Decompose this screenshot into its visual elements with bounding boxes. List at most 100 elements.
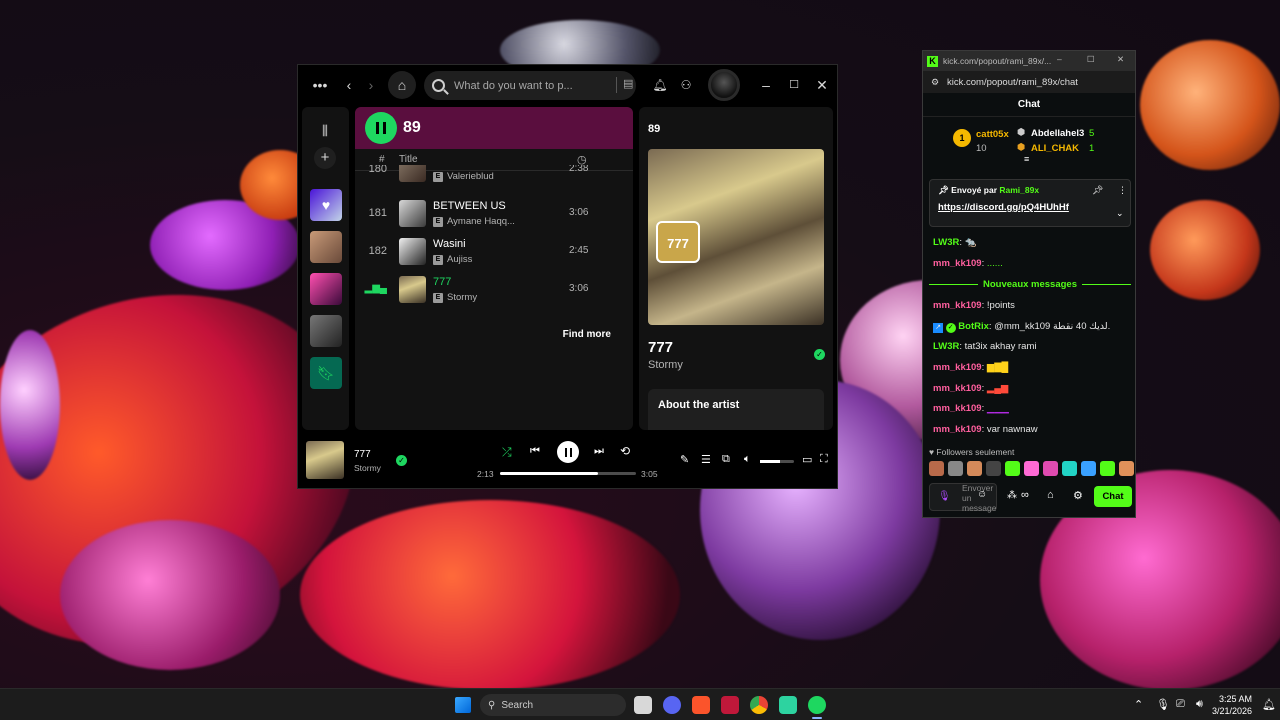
leaderboard-user[interactable]: Abdellahel3 bbox=[1031, 128, 1084, 139]
miniplayer-icon[interactable]: ▭ bbox=[802, 453, 812, 466]
chat-username[interactable]: mm_kk109 bbox=[933, 383, 982, 394]
fullscreen-icon[interactable]: ⛶ bbox=[820, 453, 828, 466]
emote[interactable] bbox=[1119, 461, 1134, 476]
next-icon[interactable]: ⏭︎ bbox=[594, 445, 604, 458]
forward-icon[interactable]: › bbox=[362, 71, 380, 99]
user-avatar[interactable] bbox=[708, 69, 740, 101]
close-icon[interactable]: ✕ bbox=[1117, 54, 1124, 65]
maximize-icon[interactable]: ☐ bbox=[782, 71, 806, 99]
emote[interactable] bbox=[1100, 461, 1115, 476]
emote[interactable] bbox=[1024, 461, 1039, 476]
track-artist-name[interactable]: Stormy bbox=[447, 292, 477, 303]
show-hidden-icons-chevron-icon[interactable]: ⌃ bbox=[1134, 698, 1143, 711]
infinity-icon[interactable]: ∞ bbox=[1021, 489, 1029, 501]
maximize-icon[interactable]: ☐ bbox=[1087, 54, 1095, 65]
emoji-icon[interactable]: ☺ bbox=[977, 489, 987, 500]
friend-activity-icon[interactable]: ⚇ bbox=[676, 71, 696, 99]
chat-username[interactable]: mm_kk109 bbox=[933, 300, 982, 311]
unpin-icon[interactable]: 📌︎ bbox=[1092, 185, 1103, 196]
minimize-icon[interactable]: – bbox=[1057, 54, 1062, 64]
now-playing-title[interactable]: 777 bbox=[648, 339, 673, 356]
browse-icon[interactable]: ▤ bbox=[616, 77, 633, 93]
track-row[interactable]: 180 E Valerieblud 2:38 bbox=[355, 165, 633, 191]
pinned-author[interactable]: Rami_89x bbox=[999, 185, 1039, 195]
chat-username[interactable]: mm_kk109 bbox=[933, 424, 982, 435]
saved-check-icon[interactable]: ✓ bbox=[396, 455, 407, 466]
connect-device-icon[interactable]: ⧉ bbox=[722, 453, 730, 466]
emote[interactable] bbox=[967, 461, 982, 476]
chat-username[interactable]: mm_kk109 bbox=[933, 258, 982, 269]
volume-icon[interactable]: 🔈︎ bbox=[744, 453, 751, 466]
library-icon[interactable]: ⫼ bbox=[312, 117, 338, 145]
previous-icon[interactable]: ⏮︎ bbox=[530, 445, 540, 458]
taskbar-clock[interactable]: 3:25 AM 3/21/2026 bbox=[1212, 693, 1252, 717]
track-row[interactable]: 181 BETWEEN US E Aymane Haqq... 3:06 bbox=[355, 195, 633, 233]
settings-gear-icon[interactable]: ⚙︎ bbox=[1073, 489, 1083, 502]
send-chat-button[interactable]: Chat bbox=[1094, 486, 1132, 507]
track-artist-name[interactable]: Valerieblud bbox=[447, 171, 494, 182]
emote[interactable] bbox=[1043, 461, 1058, 476]
back-icon[interactable]: ‹ bbox=[340, 71, 358, 99]
saved-check-icon[interactable]: ✓ bbox=[814, 349, 825, 360]
microphone-icon[interactable]: 🎙︎ bbox=[1156, 698, 1170, 711]
store-icon[interactable]: ⌂ bbox=[1047, 489, 1054, 501]
player-artist[interactable]: Stormy bbox=[354, 463, 381, 473]
chat-username[interactable]: BotRix bbox=[958, 321, 989, 332]
chrome-browser-icon[interactable] bbox=[750, 696, 768, 714]
shuffle-icon[interactable]: ⤮ bbox=[502, 445, 512, 460]
address-url[interactable]: kick.com/popout/rami_89x/chat bbox=[947, 77, 1078, 88]
volume-icon[interactable]: 🔊︎ bbox=[1196, 698, 1203, 711]
taskbar-search[interactable]: ⚲ Search bbox=[480, 694, 626, 716]
emote[interactable] bbox=[1062, 461, 1077, 476]
lyrics-mic-icon[interactable]: ✎ bbox=[680, 453, 689, 466]
track-artist-name[interactable]: Aujiss bbox=[447, 254, 472, 265]
emote[interactable] bbox=[1081, 461, 1096, 476]
emote[interactable] bbox=[1005, 461, 1020, 476]
app-a-icon[interactable] bbox=[721, 696, 739, 714]
network-icon[interactable]: ⎚ bbox=[1176, 698, 1185, 711]
player-thumbnail[interactable] bbox=[306, 441, 344, 479]
liked-songs-tile[interactable]: ♥ bbox=[310, 189, 342, 221]
pause-button[interactable] bbox=[365, 112, 397, 144]
find-more-link[interactable]: Find more bbox=[563, 329, 611, 340]
library-playlist-tile[interactable] bbox=[310, 231, 342, 263]
track-row-playing[interactable]: ▂▆▄ 777 E Stormy 3:06 bbox=[355, 271, 633, 309]
track-row[interactable]: 182 Wasini E Aujiss 2:45 bbox=[355, 233, 633, 271]
now-playing-artist[interactable]: Stormy bbox=[648, 359, 683, 371]
pinned-link[interactable]: https://discord.gg/pQ4HUhHf bbox=[938, 202, 1122, 213]
library-playlist-tile[interactable] bbox=[310, 315, 342, 347]
close-icon[interactable]: ✕ bbox=[810, 71, 834, 99]
about-the-artist-card[interactable]: About the artist bbox=[648, 389, 824, 430]
emote[interactable] bbox=[986, 461, 1001, 476]
notifications-icon[interactable]: 🔔︎ bbox=[1262, 698, 1276, 711]
expand-chevron-icon[interactable]: ⌄ bbox=[1116, 208, 1124, 219]
mic-icon[interactable]: 🎙︎ bbox=[938, 491, 951, 502]
search-input[interactable]: What do you want to p... ▤ bbox=[424, 71, 636, 100]
repeat-icon[interactable]: ⟲ bbox=[620, 444, 630, 458]
spotify-app-icon[interactable] bbox=[808, 696, 826, 714]
emote[interactable] bbox=[948, 461, 963, 476]
player-title[interactable]: 777 bbox=[354, 449, 371, 460]
track-title[interactable]: 777 bbox=[433, 276, 451, 288]
task-view-icon[interactable] bbox=[634, 696, 652, 714]
your-episodes-tile[interactable]: 🔖︎ bbox=[310, 357, 342, 389]
chat-username[interactable]: LW3R bbox=[933, 341, 959, 352]
column-title[interactable]: Title bbox=[399, 154, 418, 165]
track-artist-name[interactable]: Aymane Haqq... bbox=[447, 216, 515, 227]
home-icon[interactable]: ⌂ bbox=[388, 71, 416, 99]
channel-points-icon[interactable]: ⁂ bbox=[1007, 490, 1017, 501]
chat-username[interactable]: mm_kk109 bbox=[933, 362, 982, 373]
emote[interactable] bbox=[929, 461, 944, 476]
kick-app-icon[interactable] bbox=[779, 696, 797, 714]
chat-username[interactable]: mm_kk109 bbox=[933, 403, 982, 414]
collapse-leaderboard-icon[interactable]: ≡ bbox=[1024, 154, 1029, 164]
volume-slider[interactable] bbox=[760, 460, 794, 463]
site-settings-icon[interactable]: ⚙︎ bbox=[931, 77, 939, 88]
library-playlist-tile[interactable] bbox=[310, 273, 342, 305]
leaderboard-user[interactable]: ALI_CHAK bbox=[1031, 143, 1079, 154]
minimize-icon[interactable]: – bbox=[754, 71, 778, 99]
create-plus-icon[interactable]: + bbox=[314, 147, 336, 169]
address-bar[interactable]: ⚙︎ kick.com/popout/rami_89x/chat bbox=[923, 71, 1135, 93]
play-pause-button[interactable] bbox=[557, 441, 579, 463]
brave-browser-icon[interactable] bbox=[692, 696, 710, 714]
